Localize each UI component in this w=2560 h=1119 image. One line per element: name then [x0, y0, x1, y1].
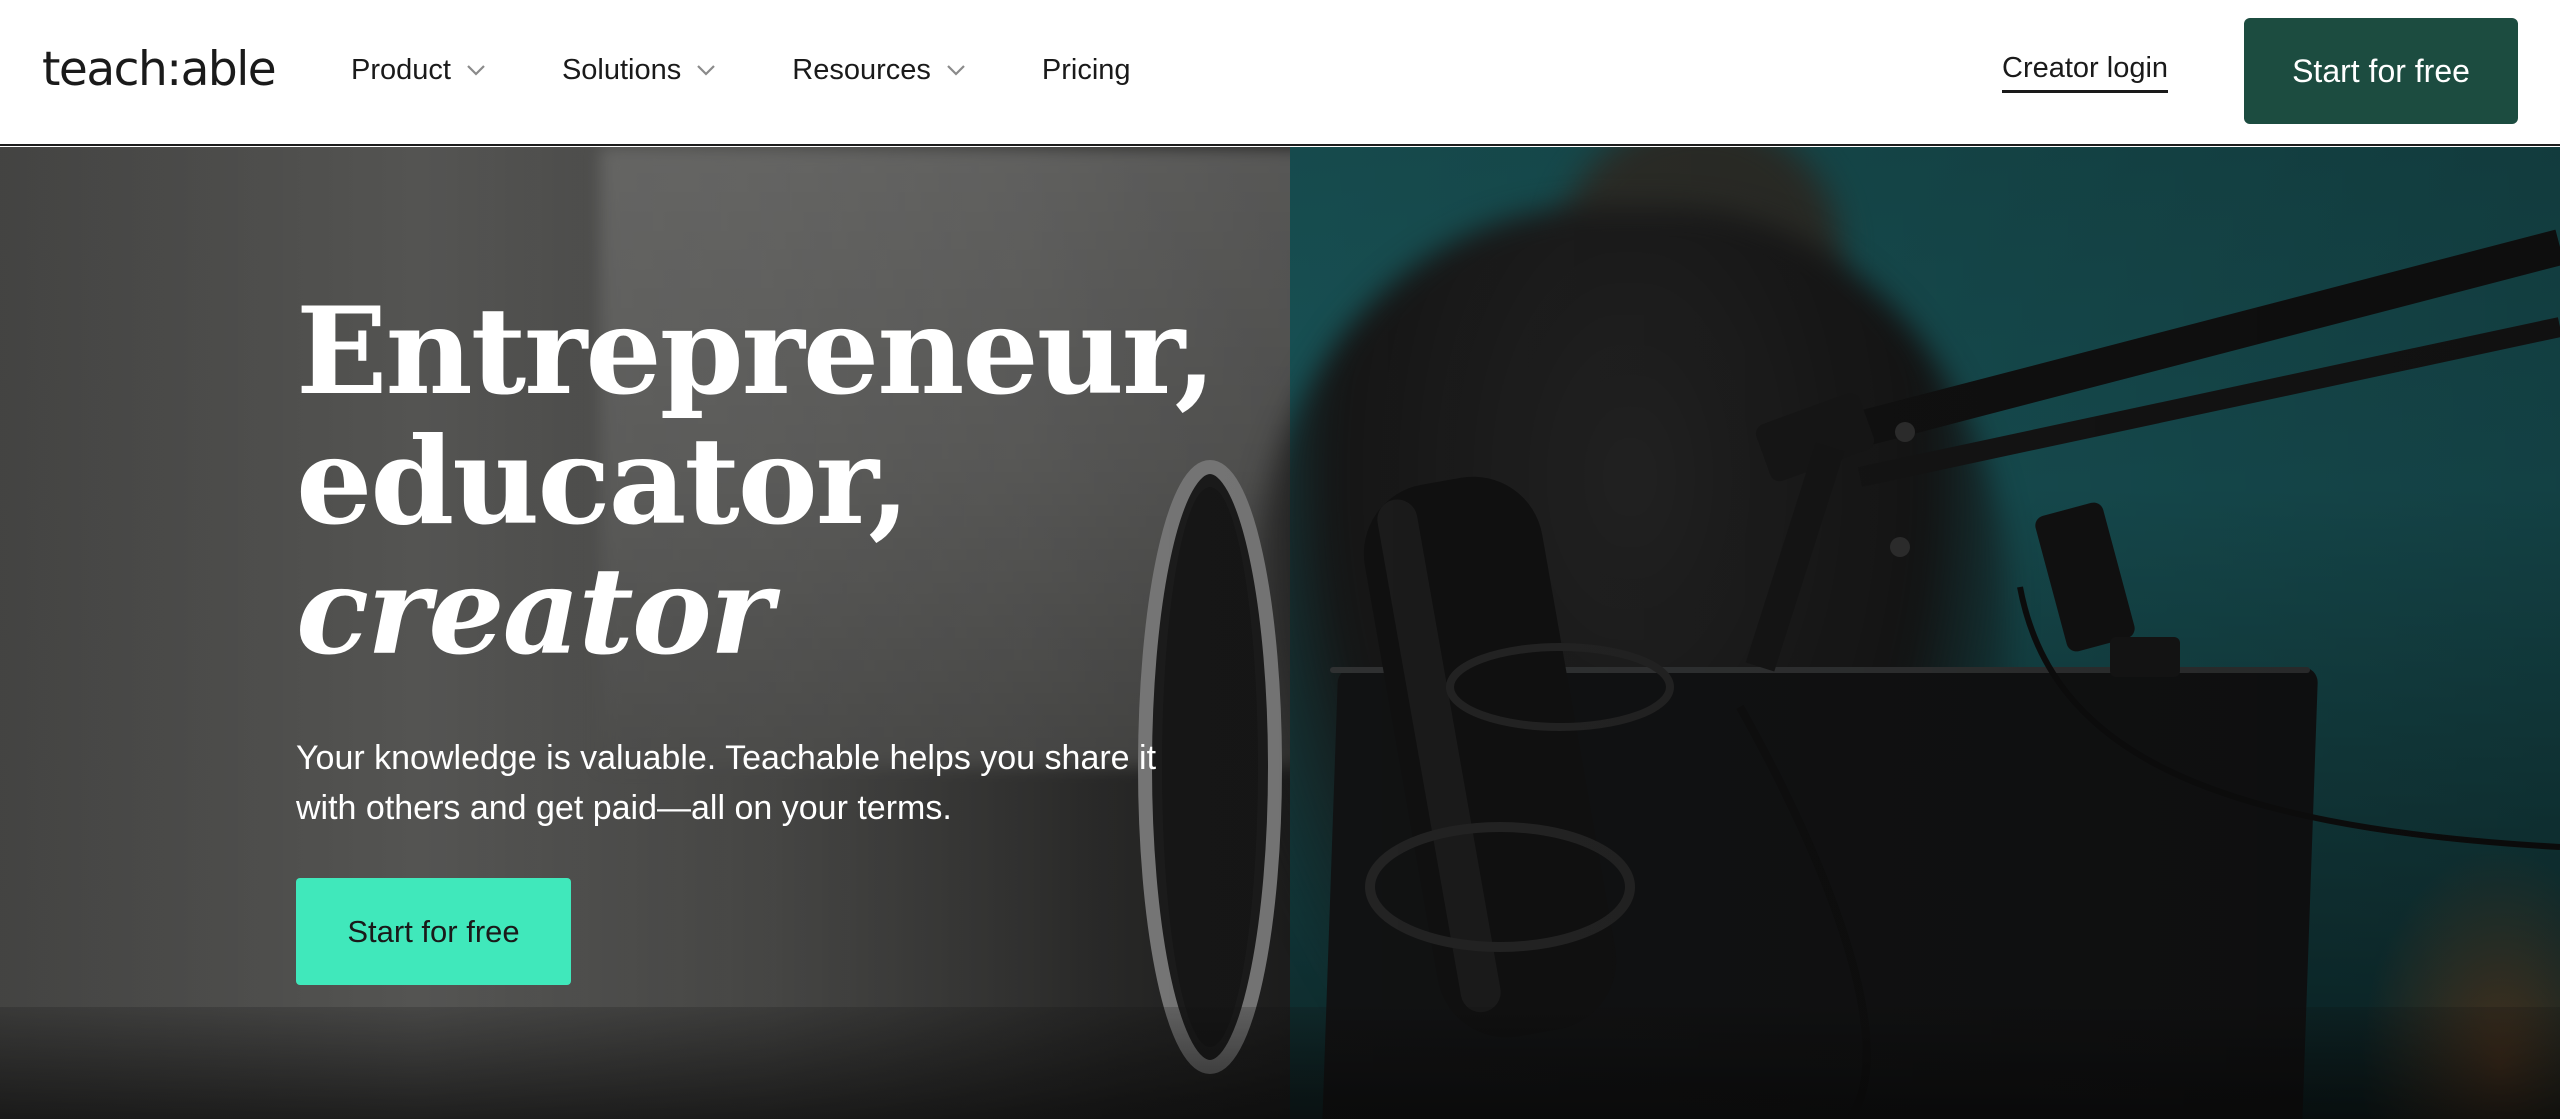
- chevron-down-icon: [465, 63, 487, 77]
- hero-start-free-button[interactable]: Start for free: [296, 878, 571, 985]
- nav-item-resources[interactable]: Resources: [792, 48, 967, 92]
- nav-item-pricing[interactable]: Pricing: [1042, 48, 1131, 92]
- hero-subtitle: Your knowledge is valuable. Teachable he…: [296, 739, 1157, 827]
- header-start-free-button[interactable]: Start for free: [2244, 18, 2518, 124]
- hero-title-line: educator,: [296, 411, 910, 552]
- creator-login-link[interactable]: Creator login: [2002, 48, 2169, 93]
- chevron-down-icon: [695, 63, 717, 77]
- hero-title: Entrepreneur, educator, creator: [296, 281, 1216, 682]
- chevron-down-icon: [945, 63, 967, 77]
- teachable-logo[interactable]: teach:able: [42, 44, 277, 96]
- nav-item-label: Pricing: [1041, 54, 1131, 86]
- nav-item-label: Product: [351, 54, 451, 86]
- main-nav: Product Solutions Resources Pricing: [351, 48, 1131, 92]
- nav-item-label: Resources: [792, 54, 931, 86]
- nav-item-solutions[interactable]: Solutions: [562, 48, 717, 92]
- hero-section: Entrepreneur, educator, creator Your kno…: [0, 147, 2560, 1119]
- hero-title-line: Entrepreneur,: [296, 281, 1216, 422]
- nav-item-label: Solutions: [561, 54, 682, 86]
- nav-item-product[interactable]: Product: [351, 48, 487, 92]
- site-header: teach:able Product Solutions Resources P…: [0, 0, 2560, 146]
- hero-title-line: creator: [296, 541, 773, 682]
